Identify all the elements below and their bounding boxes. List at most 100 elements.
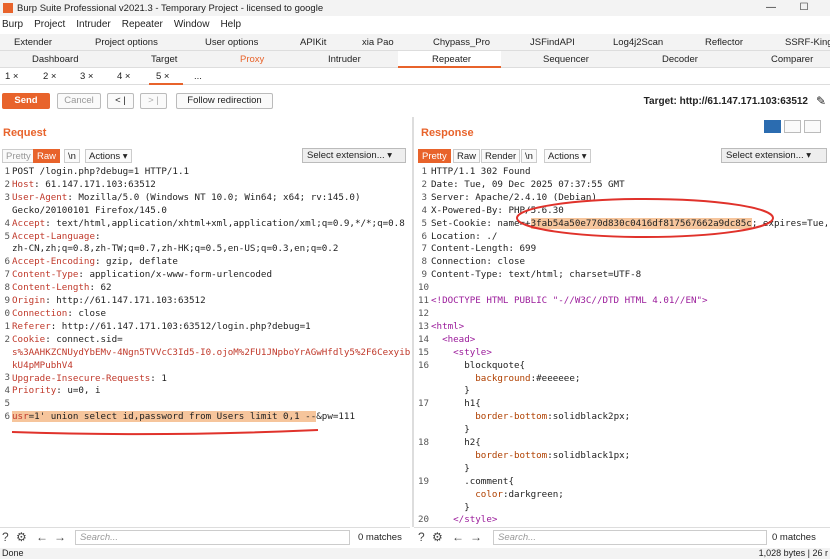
back-button[interactable]: < |: [107, 93, 134, 109]
code-line: Set-Cookie: name=+3fab54a50e770d830c0416…: [431, 217, 827, 229]
edit-target-icon[interactable]: ✎: [816, 94, 826, 108]
request-tab-newline[interactable]: \n: [64, 149, 80, 163]
tab-extender[interactable]: Extender: [14, 37, 52, 48]
line-number: 4: [4, 385, 10, 397]
response-tab-render[interactable]: Render: [481, 149, 521, 163]
forward-button[interactable]: > |: [140, 93, 167, 109]
layout-tabs-icon[interactable]: [804, 120, 821, 133]
pane-divider[interactable]: [412, 117, 414, 527]
tab-comparer[interactable]: Comparer: [771, 54, 813, 65]
status-text: Done: [2, 548, 24, 558]
target-label: Target: http://61.147.171.103:63512: [643, 96, 808, 107]
tab-jsfindapi[interactable]: JSFindAPI: [530, 37, 575, 48]
request-tab-raw[interactable]: Raw: [33, 149, 61, 163]
minimize-button[interactable]: —: [760, 0, 782, 16]
repeater-tab-2[interactable]: 2 ×: [43, 71, 56, 82]
repeater-tab-3[interactable]: 3 ×: [80, 71, 93, 82]
layout-side-by-side-icon[interactable]: [764, 120, 781, 133]
request-select-extension[interactable]: Select extension... ▾: [302, 148, 406, 163]
tab-repeater[interactable]: Repeater: [432, 54, 471, 65]
code-line: <style>: [431, 346, 492, 358]
code-line: border-bottom:solidblack1px;: [475, 449, 631, 461]
tab-apikit[interactable]: APIKit: [300, 37, 326, 48]
response-editor[interactable]: HTTP/1.1 302 Found Date: Tue, 09 Dec 2025…: [431, 166, 827, 524]
request-tab-pretty[interactable]: Pretty: [2, 149, 35, 163]
menu-project[interactable]: Project: [34, 19, 65, 30]
tab-dashboard[interactable]: Dashboard: [32, 54, 78, 65]
response-tab-pretty[interactable]: Pretty: [418, 149, 451, 163]
tab-ssrf-king[interactable]: SSRF-King: [785, 37, 830, 48]
menu-help[interactable]: Help: [220, 19, 241, 30]
line-number: 18: [418, 436, 430, 448]
response-match-count: 0 matches: [772, 532, 816, 543]
tab-xia-pao[interactable]: xia Pao: [362, 37, 394, 48]
response-search-bar: ? ⚙ ← → Search... 0 matches: [414, 527, 830, 547]
code-line: Priority: u=0, i: [12, 385, 101, 397]
tab-project-options[interactable]: Project options: [95, 37, 158, 48]
help-icon[interactable]: ?: [418, 530, 425, 544]
tab-decoder[interactable]: Decoder: [662, 54, 698, 65]
menu-burp[interactable]: Burp: [2, 19, 23, 30]
tab-reflector[interactable]: Reflector: [705, 37, 743, 48]
line-number: 2: [4, 178, 10, 190]
tab-chypass-pro[interactable]: Chypass_Pro: [433, 37, 490, 48]
response-select-extension[interactable]: Select extension... ▾: [721, 148, 827, 163]
repeater-tab-5[interactable]: 5 ×: [156, 71, 169, 82]
line-number: 4: [4, 217, 10, 229]
line-number: 7: [4, 269, 10, 281]
search-prev-icon[interactable]: ←: [36, 530, 48, 544]
line-number: 0: [4, 307, 10, 319]
settings-icon[interactable]: ⚙: [16, 530, 27, 544]
code-line: h2{: [431, 437, 481, 449]
request-title: Request: [3, 127, 47, 139]
menu-intruder[interactable]: Intruder: [76, 19, 110, 30]
code-line: X-Powered-By: PHP/5.6.30: [431, 204, 564, 216]
search-next-icon[interactable]: →: [54, 530, 66, 544]
code-line: }: [431, 385, 470, 397]
help-icon[interactable]: ?: [2, 530, 9, 544]
code-line: <!DOCTYPE HTML PUBLIC "-//W3C//DTD HTML …: [431, 295, 708, 307]
response-tab-newline[interactable]: \n: [521, 149, 537, 163]
search-prev-icon[interactable]: ←: [452, 530, 464, 544]
line-number: 3: [4, 191, 10, 203]
code-line: Accept-Language:: [12, 230, 101, 242]
tab-proxy[interactable]: Proxy: [240, 54, 264, 65]
tab-intruder[interactable]: Intruder: [328, 54, 361, 65]
tab-log4j2scan[interactable]: Log4j2Scan: [613, 37, 663, 48]
repeater-tab-new[interactable]: ...: [194, 71, 202, 82]
code-line: .comment{: [431, 475, 514, 487]
request-actions-menu[interactable]: Actions ▾: [85, 149, 132, 163]
code-line: blockquote{: [431, 359, 526, 371]
request-editor[interactable]: POST /login.php?debug=1 HTTP/1.1 Host: 61…: [12, 166, 410, 466]
code-line: border-bottom:solidblack2px;: [475, 411, 631, 423]
repeater-tab-1[interactable]: 1 ×: [5, 71, 18, 82]
code-line: <html>: [431, 320, 465, 332]
line-number: 5: [4, 398, 10, 410]
menu-window[interactable]: Window: [174, 19, 210, 30]
response-search-input[interactable]: Search...: [493, 530, 767, 545]
request-search-input[interactable]: Search...: [75, 530, 350, 545]
line-number: 16: [418, 359, 430, 371]
layout-top-bottom-icon[interactable]: [784, 120, 801, 133]
tab-target[interactable]: Target: [151, 54, 177, 65]
line-number: 2: [4, 333, 10, 345]
code-line: User-Agent: Mozilla/5.0 (Windows NT 10.0…: [12, 191, 361, 203]
line-number: 20: [418, 514, 430, 526]
send-button[interactable]: Send: [2, 93, 50, 109]
line-number: 9: [4, 295, 10, 306]
repeater-tab-4[interactable]: 4 ×: [117, 71, 130, 82]
cancel-button[interactable]: Cancel: [57, 93, 101, 109]
menu-repeater[interactable]: Repeater: [122, 19, 163, 30]
settings-icon[interactable]: ⚙: [432, 530, 443, 544]
tab-sequencer[interactable]: Sequencer: [543, 54, 589, 65]
response-actions-menu[interactable]: Actions ▾: [544, 149, 591, 163]
search-next-icon[interactable]: →: [470, 530, 482, 544]
window-title: Burp Suite Professional v2021.3 - Tempor…: [17, 2, 324, 14]
follow-redirection-button[interactable]: Follow redirection: [176, 93, 273, 109]
line-number: 1: [4, 320, 10, 332]
maximize-button[interactable]: ☐: [793, 0, 815, 16]
response-tab-raw[interactable]: Raw: [453, 149, 481, 163]
tab-user-options[interactable]: User options: [205, 37, 258, 48]
